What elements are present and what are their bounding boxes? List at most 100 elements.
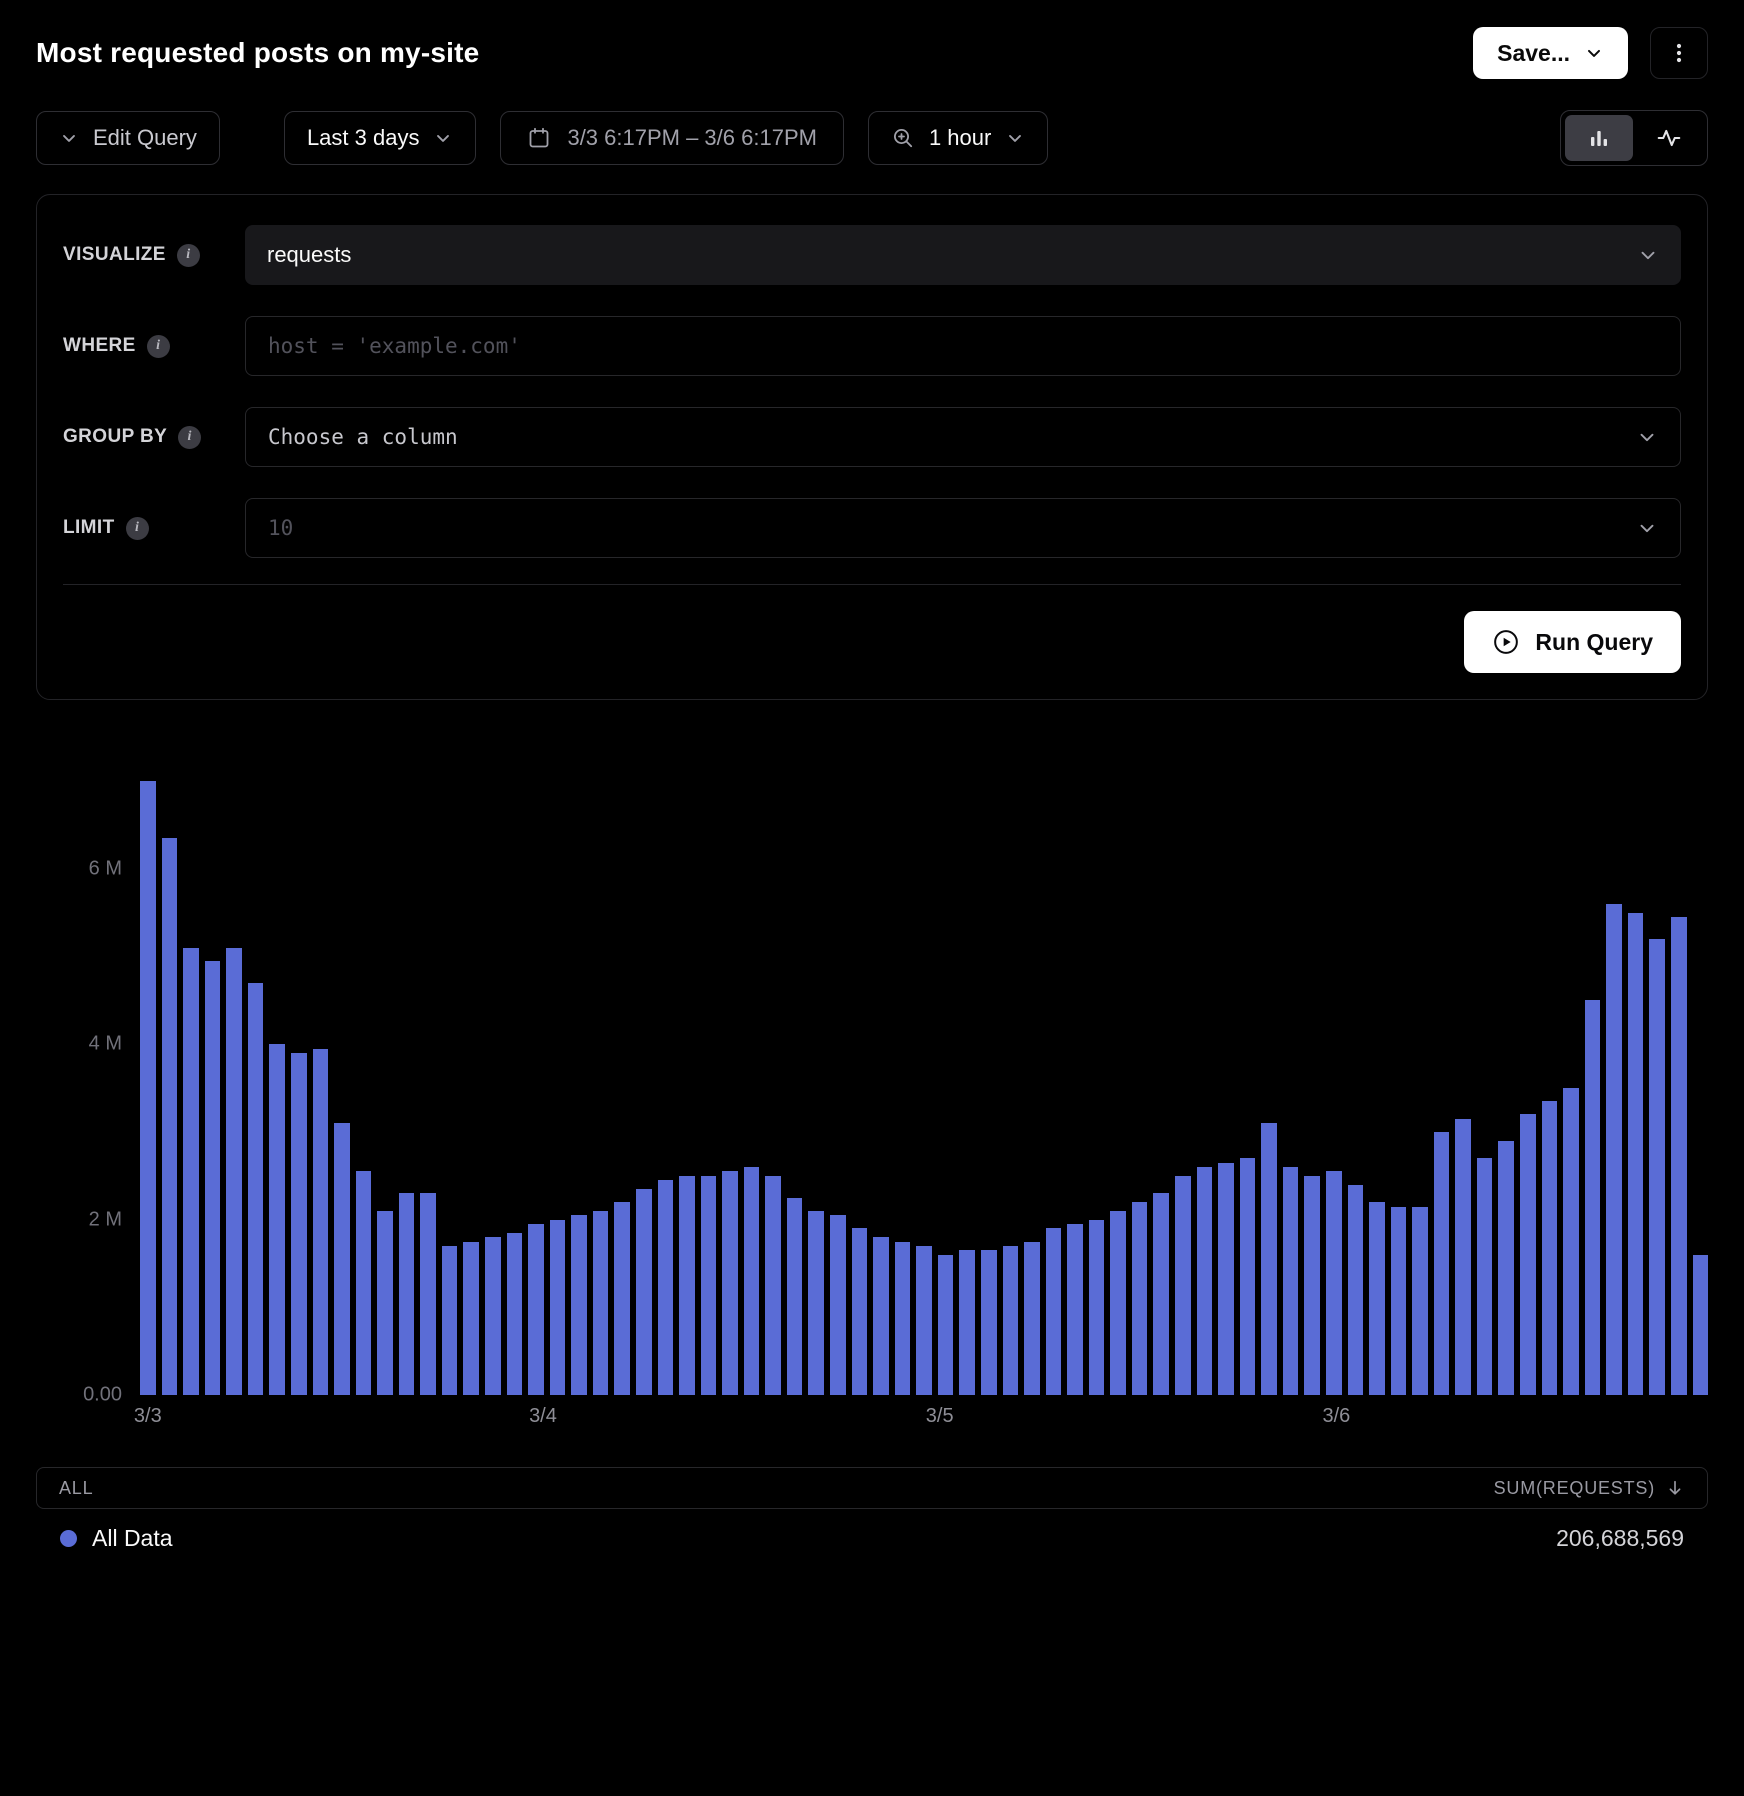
chart-bar[interactable] (399, 1193, 415, 1395)
info-icon[interactable]: i (178, 426, 201, 449)
limit-select[interactable] (245, 498, 1681, 558)
chart-bar[interactable] (1369, 1202, 1385, 1395)
chart-bar[interactable] (1304, 1176, 1320, 1395)
chart-bar[interactable] (1132, 1202, 1148, 1395)
legend-row[interactable]: All Data 206,688,569 (36, 1509, 1708, 1552)
chart-bar[interactable] (981, 1250, 997, 1395)
x-axis: 3/33/43/53/6 (140, 1405, 1708, 1439)
chart-bar[interactable] (248, 983, 264, 1395)
chart-bar[interactable] (291, 1053, 307, 1395)
chart-bar[interactable] (1326, 1171, 1342, 1395)
chart-bar[interactable] (571, 1215, 587, 1395)
chart-bar[interactable] (334, 1123, 350, 1395)
chart-bar[interactable] (744, 1167, 760, 1395)
summary-sort-control[interactable]: SUM(REQUESTS) (1494, 1478, 1685, 1499)
chart-bar[interactable] (1240, 1158, 1256, 1395)
chart-bar[interactable] (1606, 904, 1622, 1395)
chart-bar[interactable] (377, 1211, 393, 1395)
chart-bar[interactable] (722, 1171, 738, 1395)
chart-type-toggle (1560, 110, 1708, 166)
chart-bar[interactable] (1563, 1088, 1579, 1395)
chart-bar[interactable] (1110, 1211, 1126, 1395)
info-icon[interactable]: i (177, 244, 200, 267)
chart-bar[interactable] (162, 838, 178, 1395)
chart-bar[interactable] (679, 1176, 695, 1395)
chart-bar[interactable] (485, 1237, 501, 1395)
where-input[interactable] (268, 317, 1658, 375)
chart-bar[interactable] (1067, 1224, 1083, 1395)
chart-bar[interactable] (1153, 1193, 1169, 1395)
chart-bar[interactable] (1046, 1228, 1062, 1395)
run-query-button[interactable]: Run Query (1464, 611, 1681, 673)
chart-bar[interactable] (1520, 1114, 1536, 1395)
chart-bar[interactable] (463, 1242, 479, 1395)
chevron-down-icon (1584, 43, 1604, 63)
chart-bar[interactable] (1175, 1176, 1191, 1395)
chart-bar[interactable] (1089, 1220, 1105, 1395)
chart-bar[interactable] (830, 1215, 846, 1395)
chart-bar[interactable] (1498, 1141, 1514, 1395)
chart-bar[interactable] (938, 1255, 954, 1395)
chart-bar[interactable] (226, 948, 242, 1395)
chart-bar[interactable] (1024, 1242, 1040, 1395)
chart-bar[interactable] (1628, 913, 1644, 1395)
chart-bar[interactable] (873, 1237, 889, 1395)
chart-bar[interactable] (1585, 1000, 1601, 1395)
chart-bar[interactable] (1348, 1185, 1364, 1395)
chart-bar[interactable] (1391, 1207, 1407, 1395)
chart-bar[interactable] (593, 1211, 609, 1395)
chart-bar[interactable] (1197, 1167, 1213, 1395)
chart-bar[interactable] (658, 1180, 674, 1395)
chart-bar[interactable] (808, 1211, 824, 1395)
save-button[interactable]: Save... (1473, 27, 1628, 79)
chart-bar[interactable] (852, 1228, 868, 1395)
edit-query-button[interactable]: Edit Query (36, 111, 220, 165)
chart-bar[interactable] (1649, 939, 1665, 1395)
group-by-row: GROUP BY i Choose a column (63, 407, 1681, 467)
chart-bar[interactable] (1218, 1163, 1234, 1395)
chart-bar[interactable] (1412, 1207, 1428, 1395)
chart-bar[interactable] (1261, 1123, 1277, 1395)
chart-bar[interactable] (1542, 1101, 1558, 1395)
bar-chart-toggle-button[interactable] (1565, 115, 1633, 161)
chart-plot-area[interactable] (140, 755, 1708, 1395)
chart-bar[interactable] (205, 961, 221, 1395)
chart-bar[interactable] (183, 948, 199, 1395)
chart-bar[interactable] (959, 1250, 975, 1395)
chart-bar[interactable] (269, 1044, 285, 1395)
chart-bar[interactable] (140, 781, 156, 1395)
visualize-select[interactable]: requests (245, 225, 1681, 285)
overflow-menu-button[interactable] (1650, 27, 1708, 79)
chart-bar[interactable] (528, 1224, 544, 1395)
line-chart-toggle-button[interactable] (1635, 115, 1703, 161)
x-axis-label: 3/3 (134, 1405, 162, 1428)
info-icon[interactable]: i (126, 517, 149, 540)
chart-bar[interactable] (895, 1242, 911, 1395)
chart-bar[interactable] (356, 1171, 372, 1395)
chart-bar[interactable] (1477, 1158, 1493, 1395)
chart-bar[interactable] (787, 1198, 803, 1395)
chart-bar[interactable] (507, 1233, 523, 1395)
chart-bar[interactable] (1283, 1167, 1299, 1395)
chart-bar[interactable] (1434, 1132, 1450, 1395)
info-icon[interactable]: i (147, 335, 170, 358)
chart-bar[interactable] (550, 1220, 566, 1395)
zoom-in-icon (891, 126, 915, 150)
chart-bar[interactable] (442, 1246, 458, 1395)
chart-bar[interactable] (636, 1189, 652, 1395)
chart-bar[interactable] (313, 1049, 329, 1395)
limit-input[interactable] (268, 499, 1636, 557)
chart-bar[interactable] (765, 1176, 781, 1395)
time-range-dropdown[interactable]: Last 3 days (284, 111, 477, 165)
group-by-select[interactable]: Choose a column (245, 407, 1681, 467)
date-range-picker[interactable]: 3/3 6:17PM – 3/6 6:17PM (500, 111, 844, 165)
chart-bar[interactable] (701, 1176, 717, 1395)
chart-bar[interactable] (420, 1193, 436, 1395)
chart-bar[interactable] (614, 1202, 630, 1395)
interval-dropdown[interactable]: 1 hour (868, 111, 1048, 165)
chart-bar[interactable] (916, 1246, 932, 1395)
chart-bar[interactable] (1693, 1255, 1709, 1395)
chart-bar[interactable] (1003, 1246, 1019, 1395)
chart-bar[interactable] (1455, 1119, 1471, 1395)
chart-bar[interactable] (1671, 917, 1687, 1395)
